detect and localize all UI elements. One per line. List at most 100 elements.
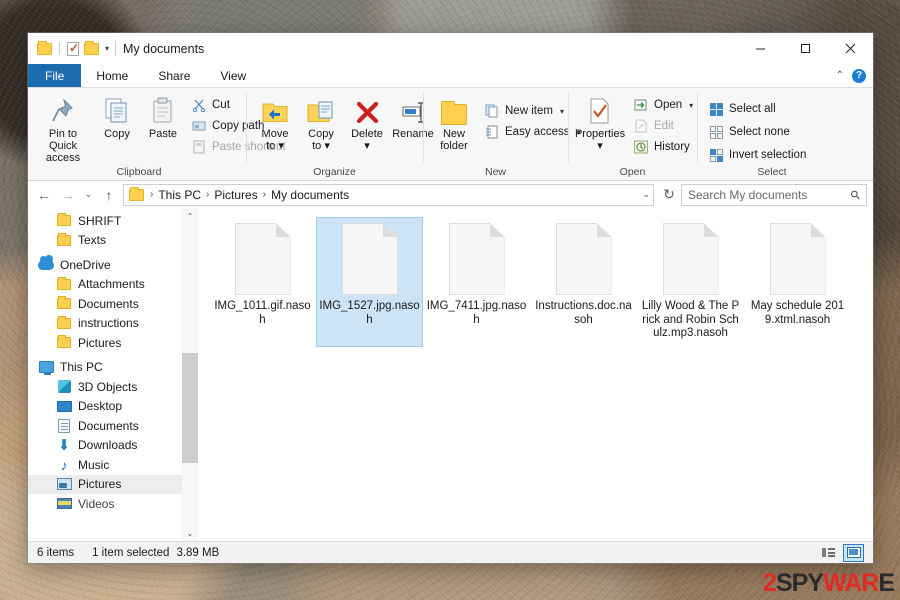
close-button[interactable] [828, 33, 873, 64]
search-icon[interactable]: ⚲ [848, 186, 864, 202]
select-all-button[interactable]: Select all [706, 99, 811, 119]
details-view-icon [822, 548, 835, 557]
refresh-button[interactable]: ↻ [657, 183, 681, 207]
back-button[interactable]: ← [32, 183, 56, 207]
breadcrumb-separator: › [262, 189, 267, 200]
chevron-down-icon[interactable]: ▾ [560, 105, 564, 118]
tab-share[interactable]: Share [143, 64, 205, 87]
group-label-clipboard: Clipboard [116, 166, 162, 178]
file-name: IMG_1527.jpg.nasoh [319, 300, 420, 326]
address-bar[interactable]: › This PC › Pictures › My documents ⌄ [123, 183, 654, 206]
sidebar-item-pictures-onedrive[interactable]: Pictures [28, 333, 198, 353]
pin-to-quick-access-button[interactable]: Pin to Quick access [32, 93, 94, 164]
file-item[interactable]: IMG_7411.jpg.nasoh [423, 217, 530, 347]
sidebar-item-label: Music [78, 457, 110, 472]
label-line2: to ▾ [266, 140, 284, 152]
folder-icon [56, 296, 72, 312]
sidebar-item-3d-objects[interactable]: 3D Objects [28, 377, 198, 397]
history-button[interactable]: History [631, 137, 698, 157]
tab-home[interactable]: Home [81, 64, 144, 87]
sidebar-item-documents-onedrive[interactable]: Documents [28, 294, 198, 314]
move-to-icon [261, 95, 289, 125]
forward-button[interactable]: → [56, 183, 80, 207]
scroll-up-icon[interactable]: ⌃ [182, 208, 198, 224]
file-item[interactable]: IMG_1011.gif.nasoh [209, 217, 316, 347]
watermark-part-2: SPY [775, 569, 824, 597]
navigation-pane: SHRIFT Texts OneDrive Attachments Docume… [28, 208, 199, 541]
sidebar-item-instructions[interactable]: instructions [28, 314, 198, 334]
maximize-button[interactable] [783, 33, 828, 64]
select-none-icon [708, 124, 724, 140]
tab-file[interactable]: File [28, 64, 82, 87]
invert-selection-button[interactable]: Invert selection [706, 145, 811, 165]
label-line2: to ▾ [312, 140, 330, 152]
breadcrumb-item-this-pc[interactable]: This PC [155, 188, 204, 202]
help-icon[interactable]: ? [852, 68, 866, 83]
music-icon: ♪ [60, 456, 68, 473]
collapse-ribbon-icon[interactable]: ⌃ [836, 70, 844, 81]
sidebar-item-attachments[interactable]: Attachments [28, 275, 198, 295]
navigation-scrollbar[interactable]: ⌃ ⌄ [182, 208, 198, 541]
sidebar-item-desktop[interactable]: Desktop [28, 397, 198, 417]
file-icon [234, 223, 291, 295]
paste-button[interactable]: Paste [140, 93, 186, 140]
copy-to-button[interactable]: Copy to ▾ [298, 93, 344, 152]
paste-shortcut-icon [191, 139, 207, 155]
chevron-down-icon[interactable]: ⌄ [642, 189, 650, 200]
videos-icon [56, 496, 72, 512]
scissors-icon [191, 97, 207, 113]
sidebar-item-label: SHRIFT [78, 213, 122, 228]
sidebar-item-label: Downloads [78, 438, 138, 453]
sidebar-item-downloads[interactable]: ⬇ Downloads [28, 436, 198, 456]
desktop-icon [56, 398, 72, 414]
sidebar-item-shrift[interactable]: SHRIFT [28, 211, 198, 231]
label-line1: Copy [104, 128, 130, 140]
breadcrumb-item-pictures[interactable]: Pictures [211, 188, 260, 202]
sidebar-item-documents[interactable]: Documents [28, 416, 198, 436]
select-none-button[interactable]: Select none [706, 122, 811, 142]
tab-view[interactable]: View [205, 64, 261, 87]
details-view-button[interactable] [818, 544, 839, 562]
new-folder-button[interactable]: New folder [429, 93, 479, 152]
file-list-view[interactable]: IMG_1011.gif.nasoh IMG_1527.jpg.nasoh IM… [199, 208, 873, 541]
status-size: 3.89 MB [176, 546, 220, 559]
chevron-down-icon[interactable]: ▾ [104, 44, 110, 53]
new-folder-icon[interactable] [84, 40, 99, 55]
label-line2: ▾ [364, 140, 370, 152]
scroll-down-icon[interactable]: ⌄ [182, 525, 198, 541]
properties-button[interactable]: Properties ▾ [572, 93, 628, 152]
search-input[interactable]: Search My documents ⚲ [681, 183, 867, 206]
file-item[interactable]: Instructions.doc.nasoh [530, 217, 637, 347]
status-item-count: 6 items [37, 546, 75, 559]
watermark-part-1: 2 [763, 569, 777, 597]
sidebar-item-videos[interactable]: Videos [28, 494, 198, 514]
breadcrumb-item-my-documents[interactable]: My documents [268, 188, 352, 202]
delete-button[interactable]: Delete ▾ [344, 93, 390, 152]
minimize-button[interactable] [738, 33, 783, 64]
breadcrumb-separator: › [206, 189, 210, 200]
copy-button[interactable]: Copy [94, 93, 140, 140]
sidebar-item-music[interactable]: ♪ Music [28, 455, 198, 475]
open-button[interactable]: Open ▾ [631, 95, 698, 115]
title-bar: ▾ My documents [28, 33, 873, 64]
sidebar-item-texts[interactable]: Texts [28, 231, 198, 251]
sidebar-item-this-pc[interactable]: This PC [28, 358, 198, 378]
label: Open [654, 98, 683, 111]
scrollbar-thumb[interactable] [182, 353, 198, 463]
file-item[interactable]: Lilly Wood & The Prick and Robin Schulz.… [637, 217, 744, 347]
ribbon-group-organize: Move to ▾ Copy to ▾ Delete ▾ Rename Orga… [246, 88, 434, 180]
new-folder-icon [441, 95, 467, 125]
properties-icon[interactable] [67, 41, 79, 56]
sidebar-item-pictures[interactable]: Pictures [28, 474, 198, 494]
sidebar-item-onedrive[interactable]: OneDrive [28, 254, 198, 275]
recent-locations-button[interactable]: ⌄ [80, 183, 97, 207]
3d-objects-icon [56, 379, 72, 395]
edit-button[interactable]: Edit [631, 116, 698, 136]
move-to-button[interactable]: Move to ▾ [252, 93, 298, 152]
file-item[interactable]: IMG_1527.jpg.nasoh [316, 217, 423, 347]
chevron-down-icon[interactable]: ▾ [689, 99, 693, 112]
file-item[interactable]: May schedule 2019.xtml.nasoh [744, 217, 851, 347]
folder-icon[interactable] [37, 40, 52, 55]
large-icons-view-button[interactable] [843, 543, 864, 562]
up-button[interactable]: ↑ [97, 183, 121, 207]
